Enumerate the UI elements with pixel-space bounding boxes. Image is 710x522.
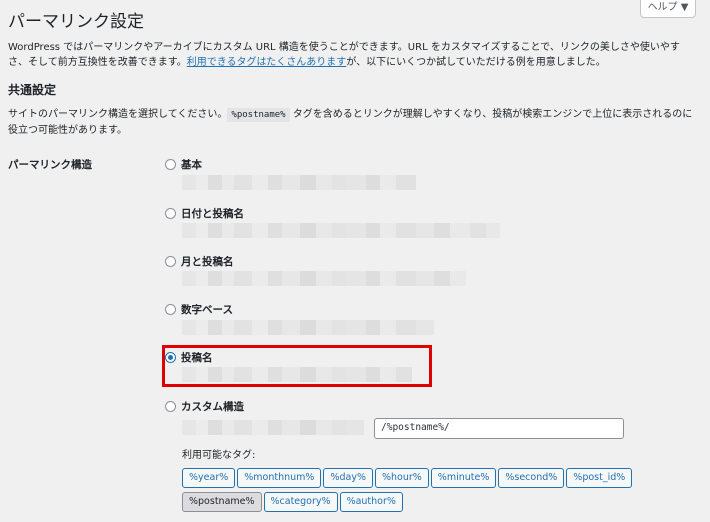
common-settings-description: サイトのパーマリンク構造を選択してください。 %postname% タグを含めると…	[8, 107, 702, 138]
radio-plain[interactable]	[165, 158, 176, 170]
tag-button-postname[interactable]: %postname%	[182, 492, 262, 512]
intro-text: WordPress ではパーマリンクやアーカイブにカスタム URL 構造を使うこ…	[8, 40, 698, 70]
available-tags-link[interactable]: 利用できるタグはたくさんあります	[187, 57, 347, 68]
tag-button-second[interactable]: %second%	[498, 468, 565, 488]
tag-button-post-id[interactable]: %post_id%	[566, 468, 633, 488]
blurred-example-month-and-name	[182, 271, 466, 286]
tag-button-monthnum[interactable]: %monthnum%	[237, 468, 322, 488]
option-month-and-name-label: 月と投稿名	[181, 255, 234, 268]
radio-month-and-name[interactable]	[165, 255, 176, 267]
option-month-and-name[interactable]: 月と投稿名	[165, 254, 234, 268]
tag-button-day[interactable]: %day%	[323, 468, 373, 488]
selection-highlight-box	[162, 345, 432, 387]
option-day-and-name-label: 日付と投稿名	[181, 207, 244, 220]
help-tab-button[interactable]: ヘルプ ▼	[640, 0, 696, 18]
permalink-structure-label: パーマリンク構造	[8, 159, 92, 171]
tag-button-category[interactable]: %category%	[263, 492, 338, 512]
available-tags-label: 利用可能なタグ:	[182, 450, 256, 461]
option-numeric-label: 数字ベース	[181, 303, 233, 316]
postname-code: %postname%	[227, 108, 290, 122]
tag-button-hour[interactable]: %hour%	[374, 468, 429, 488]
option-custom-structure[interactable]: カスタム構造	[165, 399, 244, 413]
common-settings-heading: 共通設定	[8, 83, 57, 97]
tag-button-year[interactable]: %year%	[182, 468, 236, 488]
desc-before: サイトのパーマリンク構造を選択してください。	[8, 109, 228, 120]
radio-numeric[interactable]	[165, 303, 176, 315]
option-plain[interactable]: 基本	[165, 157, 202, 171]
tag-button-minute[interactable]: %minute%	[430, 468, 497, 488]
custom-structure-input[interactable]: /%postname%/	[374, 418, 624, 439]
option-custom-structure-label: カスタム構造	[181, 400, 244, 413]
option-plain-label: 基本	[181, 158, 202, 171]
page-title: パーマリンク設定	[8, 12, 144, 32]
tag-button-author[interactable]: %author%	[339, 492, 403, 512]
available-tags-group: %year% %monthnum% %day% %hour% %minute% %seco…	[182, 468, 702, 516]
blurred-example-day-and-name	[182, 223, 500, 238]
radio-day-and-name[interactable]	[165, 207, 176, 219]
intro-text-after: が、以下にいくつか試していただける例を用意しました。	[346, 57, 606, 68]
blurred-example-plain	[182, 175, 416, 190]
blurred-example-numeric	[182, 320, 434, 335]
radio-custom-structure[interactable]	[165, 400, 176, 412]
option-day-and-name[interactable]: 日付と投稿名	[165, 206, 244, 220]
blurred-custom-base	[182, 420, 364, 435]
option-numeric[interactable]: 数字ベース	[165, 302, 233, 316]
